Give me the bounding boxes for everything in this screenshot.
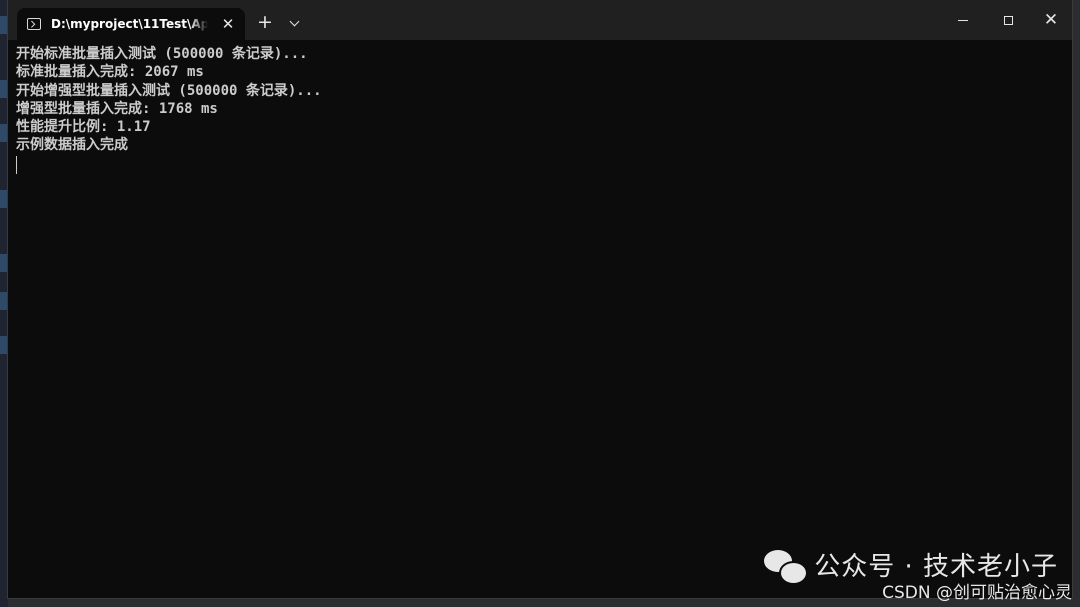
console-line: 开始标准批量插入测试 (500000 条记录)... (16, 46, 308, 62)
close-window-button[interactable]: ✕ (1028, 0, 1074, 40)
tab-dropdown-button[interactable] (284, 11, 304, 35)
terminal-icon (27, 18, 41, 30)
minimize-button[interactable] (940, 0, 986, 40)
wechat-icon (764, 548, 809, 585)
minimize-icon (958, 19, 968, 21)
chevron-down-icon (289, 16, 299, 26)
close-icon: ✕ (1043, 9, 1059, 30)
console-line: 示例数据插入完成 (16, 137, 128, 154)
tab-title: D:\myproject\11Test\AppSqlite (51, 17, 208, 31)
console-line: 性能提升比例: 1.17 (16, 119, 151, 136)
terminal-tab[interactable]: D:\myproject\11Test\AppSqlite ✕ (17, 8, 245, 40)
maximize-button[interactable] (985, 0, 1031, 40)
console-line: 增强型批量插入完成: 1768 ms (16, 100, 218, 117)
console-line: 标准批量插入完成: 2067 ms (16, 64, 204, 81)
console-line: 开始增强型批量插入测试 (500000 条记录)... (16, 82, 322, 99)
close-tab-button[interactable]: ✕ (219, 15, 237, 33)
new-tab-button[interactable]: + (253, 11, 277, 35)
text-cursor (16, 155, 17, 174)
maximize-icon (1003, 15, 1013, 25)
csdn-credit: CSDN @创可贴治愈心灵 (882, 583, 1072, 603)
title-bar[interactable]: D:\myproject\11Test\AppSqlite ✕ + ✕ (8, 0, 1072, 40)
console-output[interactable]: 开始标准批量插入测试 (500000 条记录)... 标准批量插入完成: 206… (16, 45, 1062, 174)
terminal-window: D:\myproject\11Test\AppSqlite ✕ + ✕ 开始标准… (7, 0, 1073, 599)
